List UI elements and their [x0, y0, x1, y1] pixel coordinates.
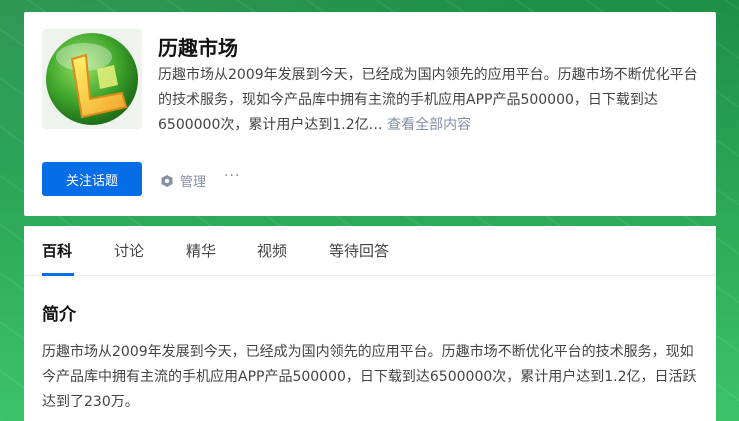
more-options-button[interactable]: ···: [224, 168, 240, 184]
topic-content-card: 百科 讨论 精华 视频 等待回答 简介 历趣市场从2009年发展到今天，已经成为…: [24, 226, 716, 421]
tab-waiting-answers[interactable]: 等待回答: [329, 240, 389, 261]
tab-video[interactable]: 视频: [257, 240, 287, 261]
topic-title: 历趣市场: [158, 36, 238, 60]
tab-bar: 百科 讨论 精华 视频 等待回答: [24, 226, 716, 276]
intro-heading: 简介: [42, 305, 76, 325]
topic-logo: [42, 29, 142, 129]
topic-description: 历趣市场从2009年发展到今天，已经成为国内领先的应用平台。历趣市场不断优化平台…: [158, 63, 706, 138]
topic-header-card: 历趣市场 历趣市场从2009年发展到今天，已经成为国内领先的应用平台。历趣市场不…: [24, 12, 716, 216]
manage-label: 管理: [180, 175, 207, 190]
follow-topic-button[interactable]: 关注话题: [42, 162, 142, 196]
show-all-content-link[interactable]: 查看全部内容: [387, 117, 471, 133]
active-tab-indicator: [42, 273, 74, 276]
tab-baike[interactable]: 百科: [42, 240, 72, 261]
tab-discussion[interactable]: 讨论: [114, 240, 144, 261]
tab-featured[interactable]: 精华: [186, 240, 216, 261]
hexagon-gear-icon: [161, 174, 173, 187]
manage-button[interactable]: 管理: [160, 171, 206, 190]
intro-text: 历趣市场从2009年发展到今天，已经成为国内领先的应用平台。历趣市场不断优化平台…: [42, 344, 697, 410]
